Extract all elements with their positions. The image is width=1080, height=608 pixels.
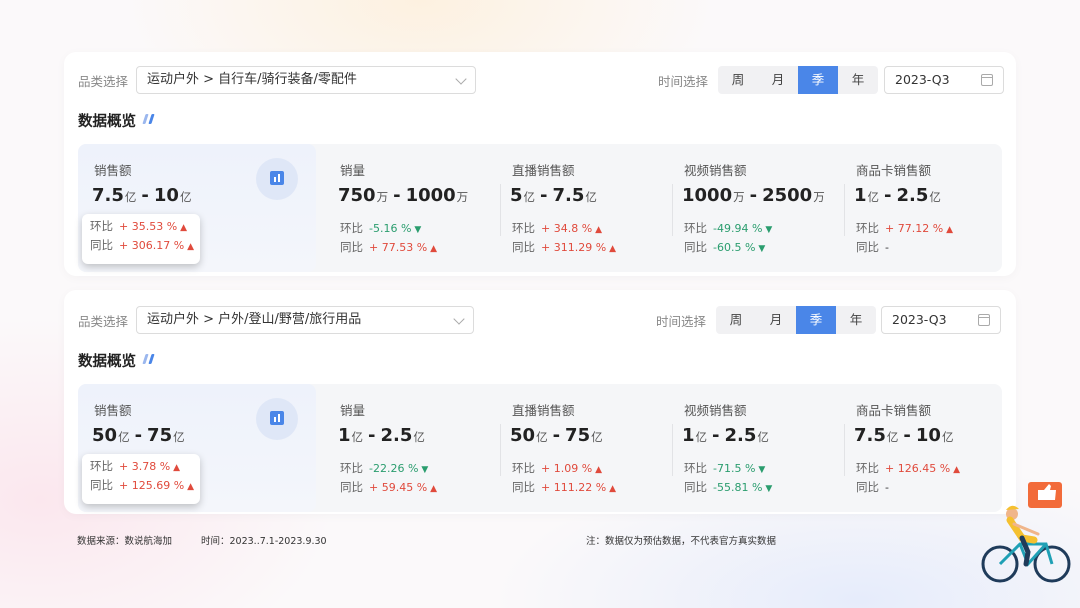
data-time-range: 时间：2023..7.1-2023.9.30 [201, 536, 327, 547]
sales-label: 销售额 [94, 163, 132, 178]
metric-range: 1亿 -2.5亿 [854, 185, 941, 206]
metric-mom: 环比 -22.26 % ▼ [340, 461, 429, 475]
metric-range: 50亿 -75亿 [510, 425, 603, 446]
tab-month[interactable]: 月 [756, 306, 796, 334]
divider [844, 424, 845, 476]
data-source: 数据来源：数说航海加 [77, 536, 173, 547]
tab-month[interactable]: 月 [758, 66, 798, 94]
date-picker[interactable]: 2023-Q3 [881, 306, 1001, 334]
calendar-icon [978, 314, 990, 326]
metric-yoy: 同比 -60.5 % ▼ [684, 240, 766, 254]
date-value: 2023-Q3 [892, 312, 947, 327]
time-label: 时间选择 [656, 314, 707, 329]
section-title: 数据概览 [78, 354, 136, 370]
divider [500, 184, 501, 236]
tab-week[interactable]: 周 [716, 306, 756, 334]
sales-range: 7.5亿 -10亿 [92, 185, 192, 206]
title-decoration-icon [142, 114, 156, 124]
metric-yoy: 同比 -55.81 % ▼ [684, 480, 773, 494]
metric-mom: 环比 + 1.09 % ▲ [512, 461, 603, 475]
sales-yoy: 同比 + 125.69 % ▲ [90, 478, 195, 492]
category-value: 运动户外 > 自行车/骑行装备/零配件 [147, 72, 357, 87]
chevron-down-icon [455, 73, 467, 85]
metric-label: 直播销售额 [512, 403, 575, 418]
thumbs-up-icon [1028, 482, 1062, 508]
metric-yoy: 同比 + 111.22 % ▲ [512, 480, 617, 494]
sales-label: 销售额 [94, 403, 132, 418]
sales-mom: 环比 + 3.78 % ▲ [90, 459, 181, 473]
metric-mom: 环比 -49.94 % ▼ [684, 221, 773, 235]
time-granularity-tabs: 周 月 季 年 [718, 66, 878, 94]
metric-mom: 环比 -5.16 % ▼ [340, 221, 422, 235]
metric-yoy: 同比 + 77.53 % ▲ [340, 240, 438, 254]
title-decoration-icon [142, 354, 156, 364]
category-value: 运动户外 > 户外/登山/野营/旅行用品 [147, 312, 362, 327]
divider [844, 184, 845, 236]
sales-yoy: 同比 + 306.17 % ▲ [90, 238, 195, 252]
metric-range: 7.5亿 -10亿 [854, 425, 954, 446]
cyclist-illustration [981, 482, 1071, 583]
metric-range: 1亿 -2.5亿 [682, 425, 769, 446]
tab-quarter[interactable]: 季 [798, 66, 838, 94]
sales-card: 销售额 50亿 -75亿 环比 + 3.78 % ▲ 同比 + 125.69 % ▲ [78, 384, 316, 512]
sales-range: 50亿 -75亿 [92, 425, 185, 446]
date-picker[interactable]: 2023-Q3 [884, 66, 1004, 94]
date-value: 2023-Q3 [895, 72, 950, 87]
disclaimer-note: 注：数据仅为预估数据，不代表官方真实数据 [586, 536, 777, 547]
metric-label: 商品卡销售额 [856, 403, 932, 418]
section-title: 数据概览 [78, 114, 136, 130]
metric-yoy: 同比 + 311.29 % ▲ [512, 240, 617, 254]
metric-mom: 环比 + 34.8 % ▲ [512, 221, 603, 235]
metric-label: 直播销售额 [512, 163, 575, 178]
category-label: 品类选择 [78, 74, 129, 89]
metric-label: 视频销售额 [684, 403, 747, 418]
category-label: 品类选择 [78, 314, 129, 329]
category-select[interactable]: 运动户外 > 自行车/骑行装备/零配件 [136, 66, 476, 94]
tab-year[interactable]: 年 [838, 66, 878, 94]
stats-row: 销售额 50亿 -75亿 环比 + 3.78 % ▲ 同比 + 125.69 % ▲ 销量… [78, 384, 1002, 512]
tab-quarter[interactable]: 季 [796, 306, 836, 334]
bar-chart-icon[interactable] [256, 398, 298, 440]
metric-yoy: 同比 + 59.45 % ▲ [340, 480, 438, 494]
divider [672, 184, 673, 236]
metric-mom: 环比 + 77.12 % ▲ [856, 221, 954, 235]
time-granularity-tabs: 周 月 季 年 [716, 306, 876, 334]
bar-chart-icon[interactable] [256, 158, 298, 200]
calendar-icon [981, 74, 993, 86]
sales-card: 销售额 7.5亿 -10亿 环比 + 35.53 % ▲ 同比 + 306.17 % ▲ [78, 144, 316, 272]
tab-year[interactable]: 年 [836, 306, 876, 334]
metric-mom: 环比 + 126.45 % ▲ [856, 461, 961, 475]
time-label: 时间选择 [658, 74, 709, 89]
metric-range: 750万 -1000万 [338, 185, 469, 206]
metric-mom: 环比 -71.5 % ▼ [684, 461, 766, 475]
stats-row: 销售额 7.5亿 -10亿 环比 + 35.53 % ▲ 同比 + 306.17 % ▲ … [78, 144, 1002, 272]
chevron-down-icon [453, 313, 465, 325]
metric-label: 销量 [340, 403, 366, 418]
metric-label: 销量 [340, 163, 366, 178]
tab-week[interactable]: 周 [718, 66, 758, 94]
metric-label: 商品卡销售额 [856, 163, 932, 178]
category-select[interactable]: 运动户外 > 户外/登山/野营/旅行用品 [136, 306, 474, 334]
divider [672, 424, 673, 476]
metric-range: 5亿 -7.5亿 [510, 185, 597, 206]
divider [500, 424, 501, 476]
metric-label: 视频销售额 [684, 163, 747, 178]
metric-yoy: 同比 - [856, 240, 889, 254]
metric-range: 1亿 -2.5亿 [338, 425, 425, 446]
overview-panel-1: 品类选择 运动户外 > 自行车/骑行装备/零配件 时间选择 周 月 季 年 20… [64, 52, 1016, 276]
metric-range: 1000万 -2500万 [682, 185, 825, 206]
metric-yoy: 同比 - [856, 480, 889, 494]
sales-mom: 环比 + 35.53 % ▲ [90, 219, 188, 233]
overview-panel-2: 品类选择 运动户外 > 户外/登山/野营/旅行用品 时间选择 周 月 季 年 2… [64, 290, 1016, 514]
